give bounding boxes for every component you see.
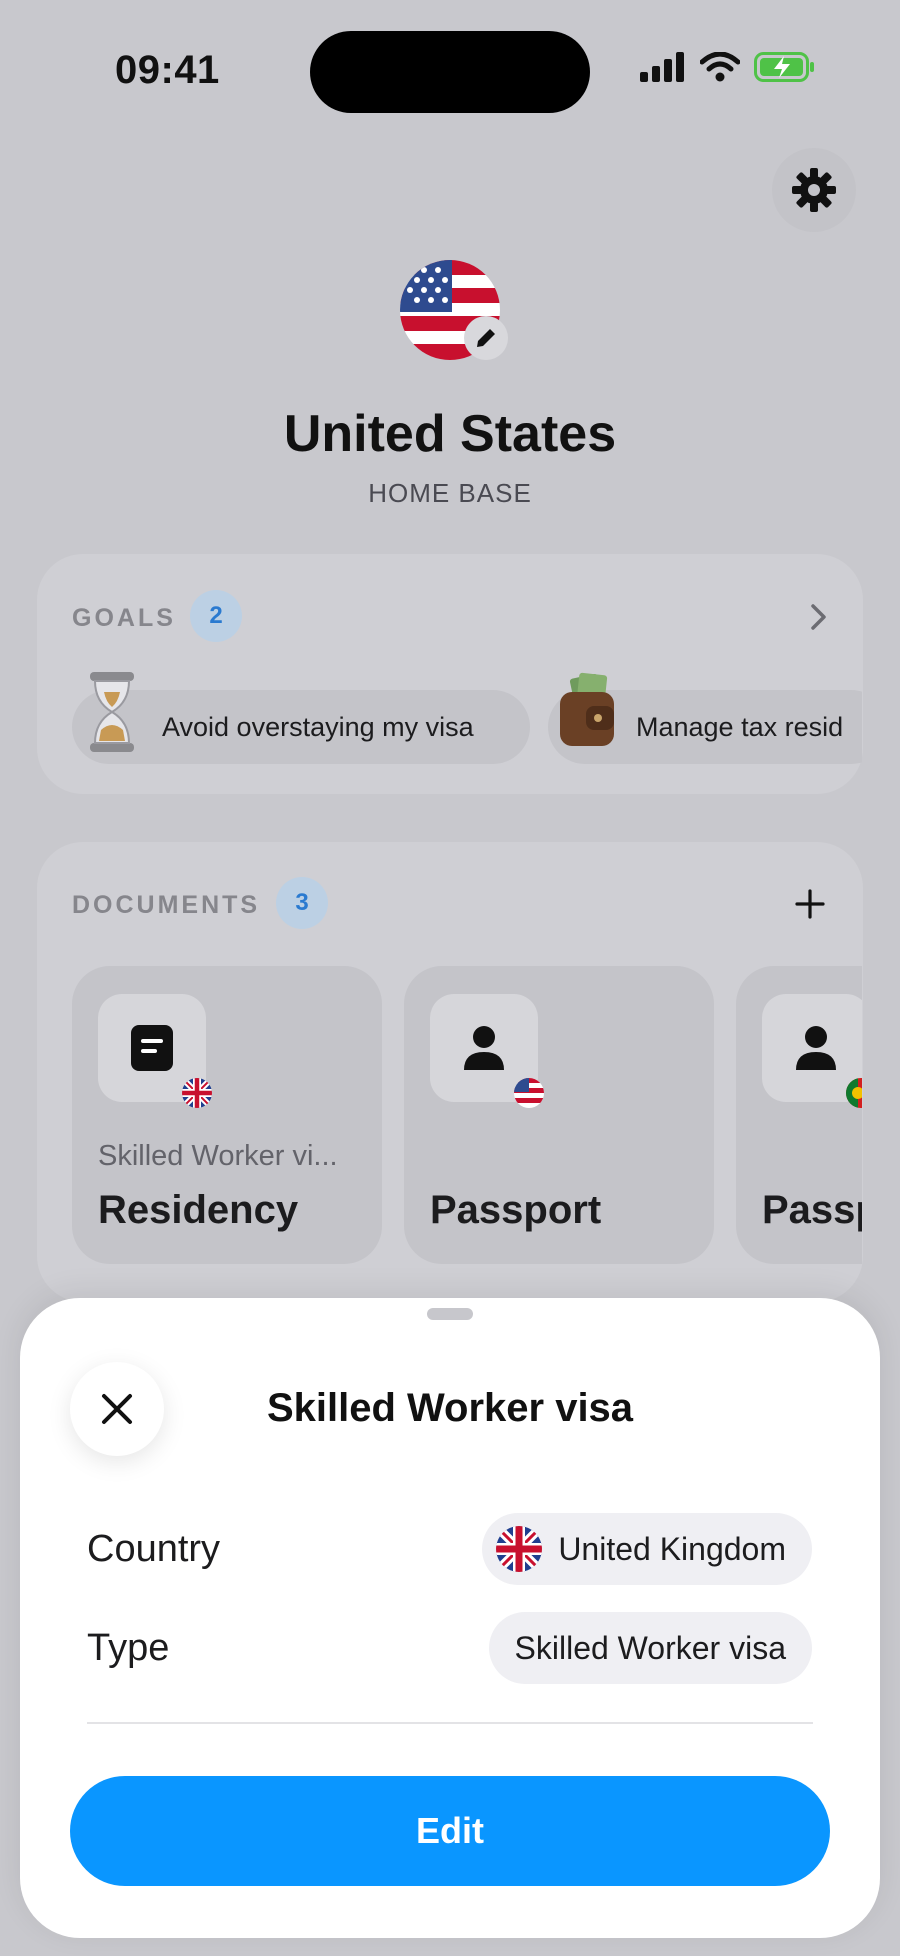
document-tile-passport-us[interactable]: Passport [404,966,714,1264]
dynamic-island [310,31,590,113]
documents-scroller[interactable]: Skilled Worker vi... Residency Passport [72,966,862,1268]
document-icon [131,1025,173,1071]
wifi-icon [700,52,740,82]
home-base-label: HOME BASE [368,478,532,508]
gear-icon [792,168,836,212]
goals-label: GOALS [72,604,176,632]
uk-flag-icon [182,1078,212,1108]
type-value-text: Skilled Worker visa [514,1629,786,1666]
sheet-divider [87,1722,813,1724]
goal-pill-visa[interactable]: Avoid overstaying my visa [72,690,530,764]
goal-text: Manage tax resid [636,711,844,742]
documents-label: DOCUMENTS [72,891,261,919]
goals-scroller[interactable]: Avoid overstaying my visa Manage tax res… [72,660,862,770]
us-flag-icon [514,1078,544,1108]
document-subtitle: Skilled Worker vi... [98,1140,338,1172]
battery-charging-icon [754,52,814,82]
uk-flag-icon [496,1526,543,1572]
chevron-right-icon[interactable] [808,602,830,632]
hourglass-icon [90,672,134,752]
country-row-label: Country [87,1528,221,1570]
signal-icon [640,52,684,82]
plus-icon[interactable] [794,888,826,920]
sheet-grabber[interactable] [427,1308,473,1320]
person-icon [464,1026,504,1070]
type-row-label: Type [87,1627,170,1669]
type-value-pill[interactable]: Skilled Worker visa [488,1612,812,1684]
pencil-icon [477,329,495,347]
country-value-text: United Kingdom [558,1530,786,1567]
document-title: Passport [430,1188,602,1232]
document-title: Passp [762,1188,862,1232]
status-time: 09:41 [115,48,220,92]
document-title: Residency [98,1188,299,1232]
person-icon [796,1026,836,1070]
documents-count-badge: 3 [276,877,328,929]
edit-home-button[interactable] [464,316,508,360]
goals-count-badge: 2 [190,590,242,642]
country-value-pill[interactable]: United Kingdom [482,1513,812,1585]
edit-button[interactable]: Edit [70,1776,830,1886]
settings-button[interactable] [772,148,856,232]
document-tile-passport-pt[interactable]: Passp [736,966,862,1264]
home-country-title: United States [283,405,617,463]
document-tile-residency[interactable]: Skilled Worker vi... Residency [72,966,382,1264]
status-icons [640,52,816,82]
sheet-title: Skilled Worker visa [266,1386,634,1430]
wallet-icon [560,672,614,746]
goal-text: Avoid overstaying my visa [162,711,474,742]
